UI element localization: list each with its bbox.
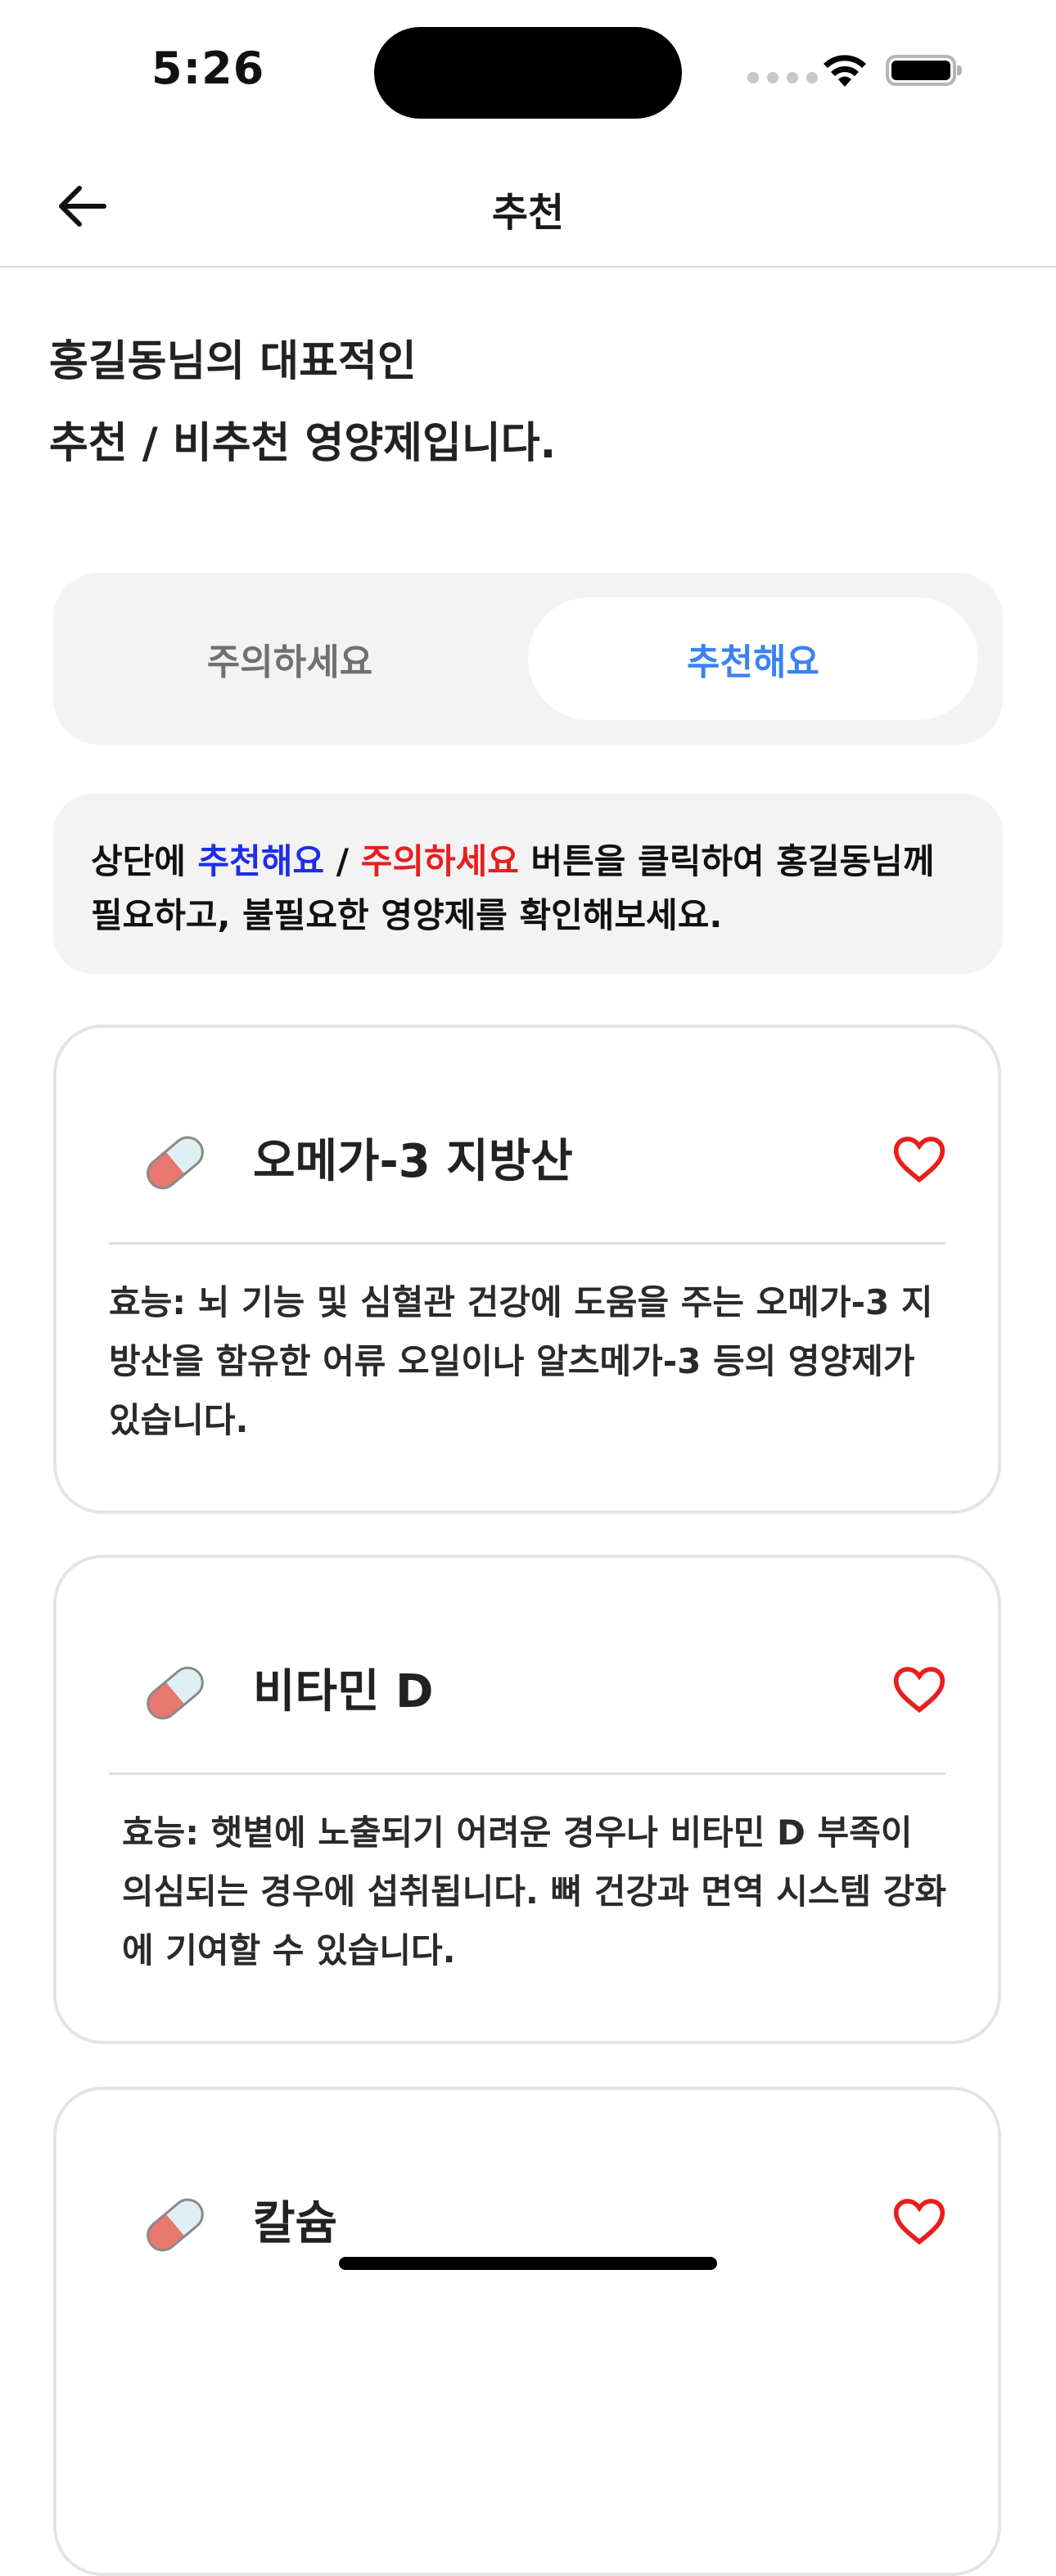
supplement-card[interactable]: 오메가-3 지방산 효능: 뇌 기능 및 심혈관 건강에 도움을 주는 오메가-… (53, 1025, 1001, 1514)
notice-prefix: 상단에 (91, 841, 198, 881)
heart-outline-icon[interactable] (891, 1131, 947, 1187)
notice-recommend-keyword: 추천해요 (197, 841, 325, 881)
supplement-name: 비타민 D (253, 1665, 434, 1718)
home-indicator[interactable] (339, 2257, 717, 2270)
info-notice: 상단에 추천해요 / 주의하세요 버튼을 클릭하여 홍길동님께 필요하고, 불필… (53, 794, 1003, 974)
pill-icon (147, 1666, 204, 1720)
supplement-name: 오메가-3 지방산 (253, 1135, 573, 1188)
status-time: 5:26 (151, 43, 265, 94)
tab-recommend[interactable]: 추천해요 (528, 597, 978, 720)
heart-outline-icon[interactable] (891, 2193, 947, 2249)
supplement-description: 효능: 뇌 기능 및 심혈관 건강에 도움을 주는 오메가-3 지방산을 함유한… (109, 1282, 933, 1440)
pill-icon (147, 2198, 204, 2252)
heart-outline-icon[interactable] (891, 1661, 947, 1717)
supplement-card[interactable]: 비타민 D 효능: 햇볕에 노출되기 어려운 경우나 비타민 D 부족이 의심되… (53, 1555, 1001, 2044)
status-bar: 5:26 (0, 0, 1056, 147)
dynamic-island (374, 27, 682, 119)
page-title: 추천 (491, 190, 565, 236)
card-divider (109, 1242, 945, 1245)
tab-caution[interactable]: 주의하세요 (65, 597, 515, 720)
intro-line-1: 홍길동님의 대표적인 (49, 337, 417, 386)
notice-caution-keyword: 주의하세요 (360, 841, 519, 881)
intro-line-2: 추천 / 비추천 영양제입니다. (49, 419, 557, 468)
card-divider (109, 1772, 945, 1775)
supplement-description: 효능: 햇볕에 노출되기 어려운 경우나 비타민 D 부족이 의심되는 경우에 … (122, 1813, 947, 1970)
wifi-icon (824, 55, 866, 87)
supplement-name: 칼슘 (253, 2197, 338, 2250)
pill-icon (147, 1136, 204, 1190)
notice-separator: / (324, 841, 361, 881)
cellular-signal-icon (747, 72, 818, 83)
battery-icon (886, 55, 962, 86)
supplement-card[interactable]: 칼슘 (53, 2087, 1001, 2576)
app-header: 추천 (0, 147, 1056, 268)
intro-heading: 홍길동님의 대표적인 추천 / 비추천 영양제입니다. (49, 321, 556, 484)
segmented-control: 주의하세요 추천해요 (53, 573, 1003, 745)
